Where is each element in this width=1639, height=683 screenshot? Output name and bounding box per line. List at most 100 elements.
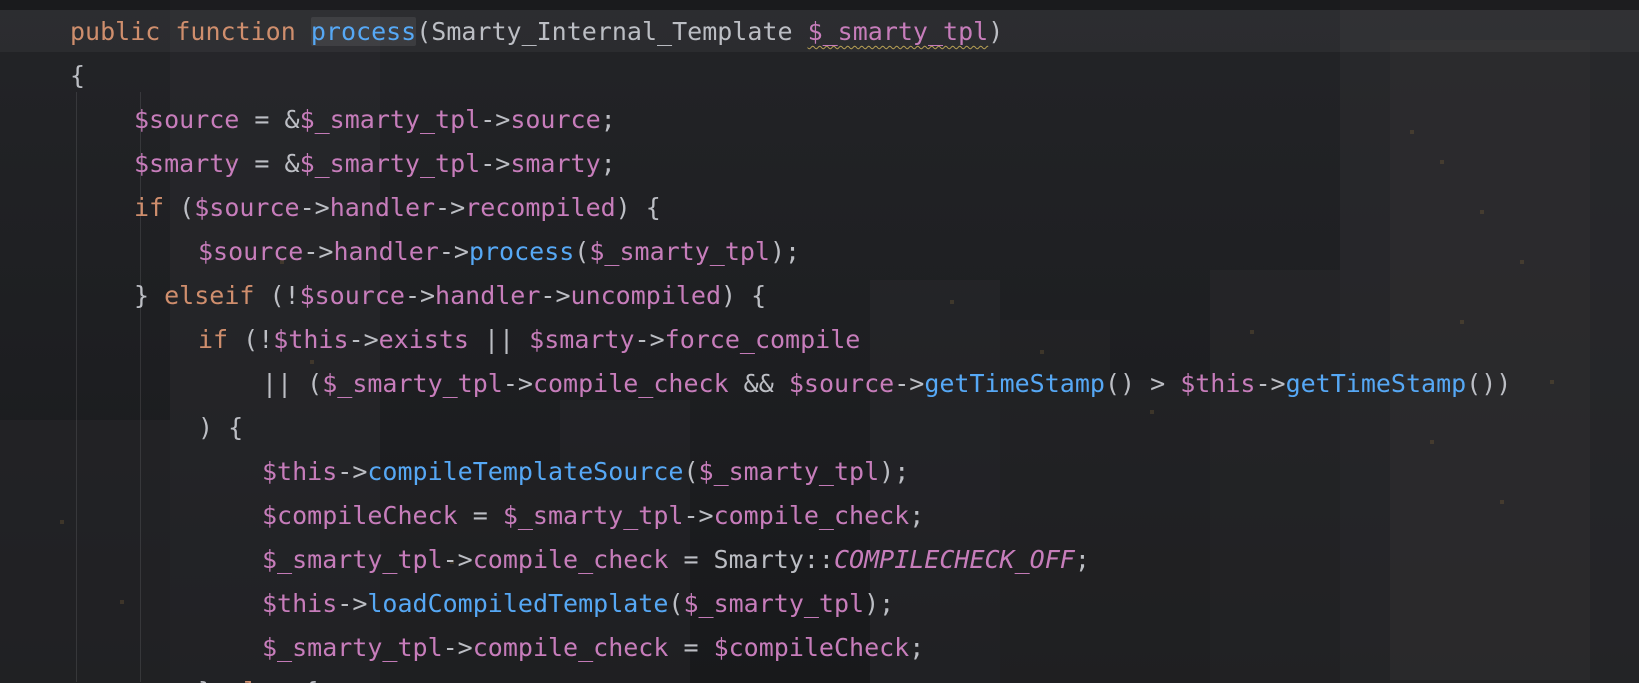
code-token-keyword: else: [228, 677, 288, 683]
code-line[interactable]: $_smarty_tpl->compile_check = Smarty::CO…: [0, 540, 1511, 584]
code-token-text: ->: [502, 369, 533, 398]
code-token-text: ;: [600, 149, 616, 178]
code-token-text: );: [769, 237, 801, 266]
code-token-text: ->: [480, 105, 511, 134]
code-token-method: process: [310, 17, 417, 46]
code-line[interactable]: $this->compileTemplateSource($_smarty_tp…: [0, 452, 1511, 496]
code-line[interactable]: if (!$this->exists || $smarty->force_com…: [0, 320, 1511, 364]
code-token-variable: $smarty: [134, 149, 240, 178]
code-token-text: ->: [299, 193, 330, 222]
code-token-text: ;: [909, 633, 925, 662]
code-token-variable: $_smarty_tpl: [299, 149, 481, 178]
code-token-variable: $_smarty_tpl: [262, 633, 443, 662]
code-token-variable: $this: [262, 457, 338, 486]
code-token-variable: source: [510, 105, 601, 134]
code-editor[interactable]: public function process(Smarty_Internal_…: [0, 0, 1639, 683]
code-line[interactable]: } elseif (!$source->handler->uncompiled)…: [0, 276, 1511, 320]
code-token-variable: $source: [299, 281, 405, 310]
code-line[interactable]: || ($_smarty_tpl->compile_check && $sour…: [0, 364, 1511, 408]
code-token-method: process: [468, 237, 575, 266]
code-token-method: loadCompiledTemplate: [367, 589, 669, 618]
code-token-variable: $_smarty_tpl: [322, 369, 503, 398]
code-line[interactable]: $_smarty_tpl->compile_check = $compileCh…: [0, 628, 1511, 672]
code-token-text: }: [134, 281, 165, 310]
code-token-variable: compile_check: [472, 545, 669, 574]
code-token-variable: $_smarty_tpl: [807, 17, 989, 46]
code-token-text: &&: [728, 369, 789, 398]
code-token-text: ->: [480, 149, 511, 178]
code-token-text: = &: [239, 105, 300, 134]
code-token-method: compileTemplateSource: [367, 457, 684, 486]
code-token-text: (: [164, 193, 195, 222]
code-line[interactable]: } else {: [0, 672, 1511, 683]
code-token-variable: force_compile: [664, 325, 861, 354]
code-token-text: () >: [1104, 369, 1181, 398]
code-token-text: );: [864, 589, 895, 618]
previous-line-area: [0, 0, 1639, 10]
code-token-text: =: [668, 633, 714, 662]
code-line[interactable]: $source->handler->process($_smarty_tpl);: [0, 232, 1511, 276]
code-token-variable: compile_check: [713, 501, 910, 530]
code-token-variable: $_smarty_tpl: [299, 105, 481, 134]
code-line[interactable]: $this->loadCompiledTemplate($_smarty_tpl…: [0, 584, 1511, 628]
code-token-variable: $source: [198, 237, 304, 266]
code-token-text: (: [668, 589, 684, 618]
code-token-text: =: [457, 501, 503, 530]
code-token-variable: $_smarty_tpl: [262, 545, 443, 574]
code-token-method: getTimeStamp: [1285, 369, 1467, 398]
code-token-text: ||: [468, 325, 530, 354]
code-token-text: ->: [337, 457, 368, 486]
code-token-variable: $compileCheck: [262, 501, 458, 530]
code-token-variable: $compileCheck: [713, 633, 910, 662]
code-token-text: ;: [600, 105, 616, 134]
code-token-text: = Smarty::: [668, 545, 834, 574]
code-line[interactable]: ) {: [0, 408, 1511, 452]
code-token-text: ->: [683, 501, 714, 530]
code-token-method: getTimeStamp: [924, 369, 1105, 398]
code-token-text: ()): [1466, 369, 1512, 398]
code-token-variable: compile_check: [532, 369, 729, 398]
code-token-keyword: public: [70, 17, 161, 46]
code-token-text: ->: [1255, 369, 1286, 398]
code-token-keyword: elseif: [164, 281, 255, 310]
code-line[interactable]: if ($source->handler->recompiled) {: [0, 188, 1511, 232]
code-line[interactable]: $compileCheck = $_smarty_tpl->compile_ch…: [0, 496, 1511, 540]
code-token-text: ->: [894, 369, 925, 398]
code-token-constant: COMPILECHECK_OFF: [833, 545, 1075, 574]
code-token-text: (: [574, 237, 590, 266]
code-line[interactable]: {: [0, 56, 1511, 100]
code-token-text: ->: [348, 325, 379, 354]
code-line[interactable]: public function process(Smarty_Internal_…: [0, 12, 1511, 56]
code-token-variable: $this: [273, 325, 349, 354]
code-token-text: (Smarty_Internal_Template: [416, 17, 808, 46]
code-token-text: {: [70, 61, 86, 90]
code-token-text: }: [198, 677, 228, 683]
code-token-text: ->: [337, 589, 368, 618]
code-token-variable: $smarty: [529, 325, 635, 354]
code-token-text: {: [288, 677, 318, 683]
code-token-variable: uncompiled: [570, 281, 722, 310]
code-token-text: || (: [262, 369, 323, 398]
code-token-variable: handler: [333, 237, 439, 266]
code-token-variable: recompiled: [465, 193, 616, 222]
code-line[interactable]: $smarty = &$_smarty_tpl->smarty;: [0, 144, 1511, 188]
code-area[interactable]: public function process(Smarty_Internal_…: [0, 12, 1511, 683]
code-token-variable: exists: [378, 325, 469, 354]
code-token-text: ;: [1074, 545, 1090, 574]
code-token-keyword: function: [175, 17, 296, 46]
code-token-text: ->: [634, 325, 665, 354]
code-token-text: (: [683, 457, 699, 486]
code-token-text: ): [988, 17, 1004, 46]
code-token-variable: $source: [194, 193, 300, 222]
code-token-text: ) {: [615, 193, 661, 222]
code-token-variable: compile_check: [472, 633, 669, 662]
code-line[interactable]: $source = &$_smarty_tpl->source;: [0, 100, 1511, 144]
code-token-variable: handler: [435, 281, 541, 310]
code-token-text: ->: [540, 281, 571, 310]
code-token-variable: $_smarty_tpl: [683, 589, 865, 618]
code-token-text: ->: [404, 281, 436, 310]
code-token-text: );: [879, 457, 910, 486]
code-token-variable: $source: [134, 105, 240, 134]
